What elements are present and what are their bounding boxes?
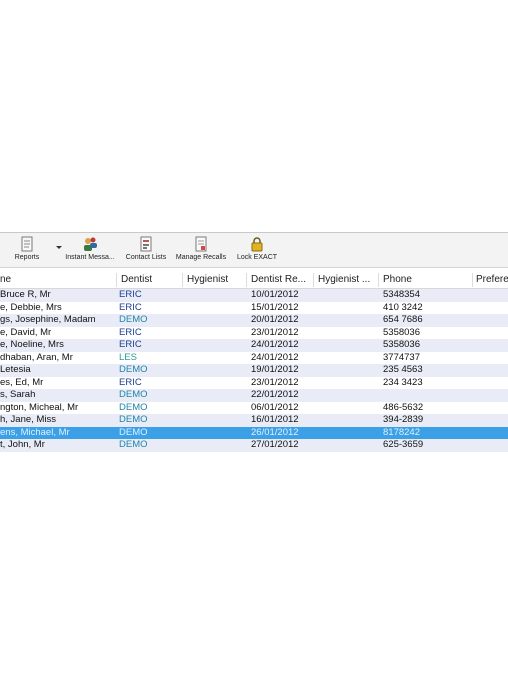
phone-cell: 5358036 xyxy=(383,339,420,350)
reports-icon xyxy=(21,236,33,252)
dentist-recall-date-cell: 20/01/2012 xyxy=(251,314,299,325)
patient-name-cell: ngton, Micheal, Mr xyxy=(0,401,79,413)
table-row[interactable]: Letesia DEMO 19/01/2012 235 4563 xyxy=(0,364,508,377)
manage-recalls-label: Manage Recalls xyxy=(175,254,227,261)
phone-cell: 5358036 xyxy=(383,326,420,338)
column-header-hygienist-recall[interactable]: Hygienist ... xyxy=(318,274,370,285)
column-divider[interactable] xyxy=(116,273,117,287)
phone-cell: 8178242 xyxy=(383,426,420,438)
dentist-recall-date-cell: 24/01/2012 xyxy=(251,351,299,363)
column-header-hygienist[interactable]: Hygienist xyxy=(187,274,228,285)
column-divider[interactable] xyxy=(182,273,183,287)
table-row[interactable]: e, David, Mr ERIC 23/01/2012 5358036 xyxy=(0,326,508,339)
table-row[interactable]: gs, Josephine, Madam DEMO 20/01/2012 654 76… xyxy=(0,314,508,327)
phone-cell: 5348354 xyxy=(383,289,420,300)
reports-label: Reports xyxy=(14,254,40,261)
patient-name-cell: dhaban, Aran, Mr xyxy=(0,351,73,363)
column-header-name[interactable]: ne xyxy=(0,274,11,285)
dentist-cell: DEMO xyxy=(119,314,148,325)
phone-cell: 654 7686 xyxy=(383,314,423,325)
patient-name-cell: e, Noeline, Mrs xyxy=(0,339,64,350)
patient-name-cell: ens, Michael, Mr xyxy=(0,426,70,438)
dentist-recall-date-cell: 27/01/2012 xyxy=(251,439,299,450)
phone-cell: 625-3659 xyxy=(383,439,424,450)
column-divider[interactable] xyxy=(378,273,379,287)
reports-dropdown-arrow-icon[interactable] xyxy=(56,246,62,249)
table-row[interactable]: e, Debbie, Mrs ERIC 15/01/2012 410 3242 xyxy=(0,301,508,314)
people-icon xyxy=(84,237,97,251)
table-row[interactable]: es, Ed, Mr ERIC 23/01/2012 234 3423 xyxy=(0,376,508,389)
dentist-recall-date-cell: 23/01/2012 xyxy=(251,376,299,388)
dentist-cell: DEMO xyxy=(119,364,148,375)
dentist-cell: ERIC xyxy=(119,339,142,350)
column-divider[interactable] xyxy=(313,273,314,287)
contact-lists-label: Contact Lists xyxy=(125,254,167,261)
manage-recalls-button[interactable]: Manage Recalls xyxy=(175,236,227,266)
table-row[interactable]: Bruce R, Mr ERIC 10/01/2012 5348354 xyxy=(0,289,508,302)
patient-name-cell: Letesia xyxy=(0,364,31,375)
dentist-cell: ERIC xyxy=(119,289,142,300)
dentist-recall-date-cell: 10/01/2012 xyxy=(251,289,299,300)
dentist-cell: LES xyxy=(119,351,137,363)
contact-list-icon xyxy=(140,236,152,252)
table-row[interactable]: t, John, Mr DEMO 27/01/2012 625-3659 xyxy=(0,439,508,452)
phone-cell: 234 3423 xyxy=(383,376,423,388)
dentist-recall-date-cell: 22/01/2012 xyxy=(251,389,299,400)
dentist-cell: DEMO xyxy=(119,439,148,450)
patient-name-cell: h, Jane, Miss xyxy=(0,414,56,425)
dentist-recall-date-cell: 23/01/2012 xyxy=(251,326,299,338)
instant-messages-label: Instant Messa... xyxy=(65,254,115,261)
phone-cell: 410 3242 xyxy=(383,301,423,313)
dentist-cell: DEMO xyxy=(119,414,148,425)
patient-name-cell: gs, Josephine, Madam xyxy=(0,314,96,325)
patient-name-cell: s, Sarah xyxy=(0,389,36,400)
phone-cell: 235 4563 xyxy=(383,364,423,375)
table-row[interactable]: ens, Michael, Mr DEMO 26/01/2012 8178242 xyxy=(0,426,508,439)
lock-exact-button[interactable]: Lock EXACT xyxy=(236,236,278,266)
phone-cell: 3774737 xyxy=(383,351,420,363)
column-header-dentist[interactable]: Dentist xyxy=(121,274,152,285)
column-header-dentist-recall[interactable]: Dentist Re... xyxy=(251,274,306,285)
column-header-preferred[interactable]: Prefere xyxy=(476,274,508,285)
dentist-cell: DEMO xyxy=(119,401,148,413)
column-header-phone[interactable]: Phone xyxy=(383,274,412,285)
lock-exact-label: Lock EXACT xyxy=(236,254,278,261)
patient-name-cell: t, John, Mr xyxy=(0,439,45,450)
dentist-cell: DEMO xyxy=(119,389,148,400)
dentist-recall-date-cell: 24/01/2012 xyxy=(251,339,299,350)
dentist-cell: DEMO xyxy=(119,426,148,438)
column-divider[interactable] xyxy=(472,273,473,287)
patient-name-cell: es, Ed, Mr xyxy=(0,376,44,388)
dentist-recall-date-cell: 15/01/2012 xyxy=(251,301,299,313)
table-header: ne Dentist Hygienist Dentist Re... Hygie… xyxy=(0,272,508,289)
table-row[interactable]: ngton, Micheal, Mr DEMO 06/01/2012 486-5632 xyxy=(0,401,508,414)
dentist-recall-date-cell: 26/01/2012 xyxy=(251,426,299,438)
patient-name-cell: e, David, Mr xyxy=(0,326,52,338)
dentist-cell: ERIC xyxy=(119,376,142,388)
table-row[interactable]: s, Sarah DEMO 22/01/2012 xyxy=(0,389,508,402)
toolbar: Reports Instant Messa... Contact Lists M… xyxy=(0,232,508,268)
column-divider[interactable] xyxy=(246,273,247,287)
phone-cell: 394-2839 xyxy=(383,414,424,425)
dentist-cell: ERIC xyxy=(119,326,142,338)
table-row[interactable]: h, Jane, Miss DEMO 16/01/2012 394-2839 xyxy=(0,414,508,427)
dentist-recall-date-cell: 06/01/2012 xyxy=(251,401,299,413)
phone-cell: 486-5632 xyxy=(383,401,424,413)
patient-name-cell: e, Debbie, Mrs xyxy=(0,301,62,313)
table-body: Bruce R, Mr ERIC 10/01/2012 5348354 e, Debbi… xyxy=(0,289,508,452)
dentist-recall-date-cell: 16/01/2012 xyxy=(251,414,299,425)
patient-name-cell: Bruce R, Mr xyxy=(0,289,51,300)
contact-lists-button[interactable]: Contact Lists xyxy=(124,236,168,266)
instant-messages-button[interactable]: Instant Messa... xyxy=(64,236,116,266)
reports-button[interactable]: Reports xyxy=(12,236,42,266)
table-row[interactable]: dhaban, Aran, Mr LES 24/01/2012 3774737 xyxy=(0,351,508,364)
dentist-cell: ERIC xyxy=(119,301,142,313)
patient-recall-table: ne Dentist Hygienist Dentist Re... Hygie… xyxy=(0,272,508,452)
table-row[interactable]: e, Noeline, Mrs ERIC 24/01/2012 5358036 xyxy=(0,339,508,352)
lock-icon xyxy=(251,237,263,252)
recalls-document-icon xyxy=(195,236,207,252)
dentist-recall-date-cell: 19/01/2012 xyxy=(251,364,299,375)
